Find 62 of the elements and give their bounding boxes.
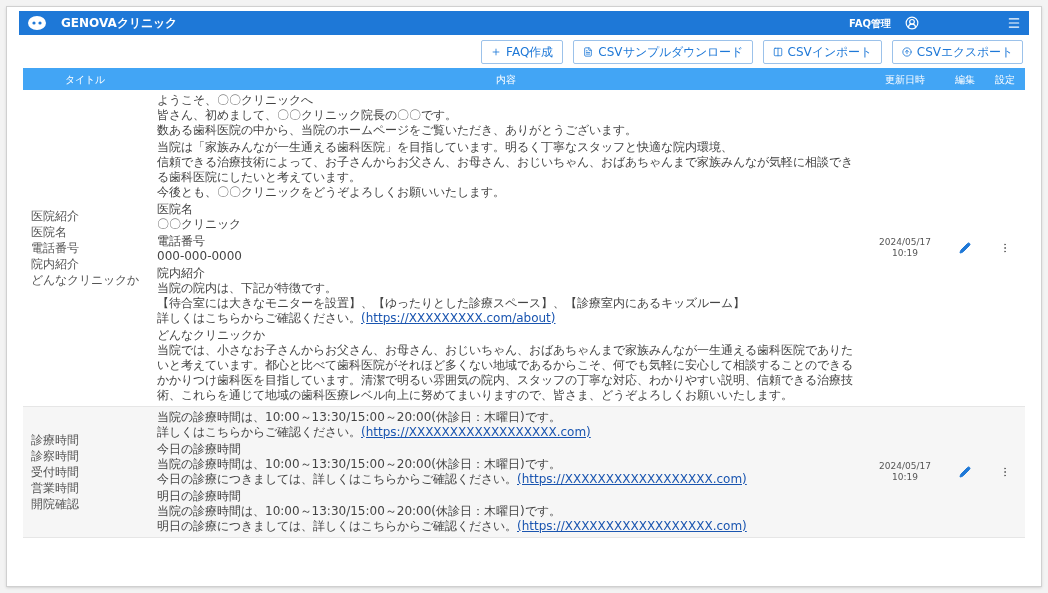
arrow-circle-icon: [901, 47, 912, 57]
content-text: 詳しくはこちらからご確認ください。(https://XXXXXXXXX.com/about): [157, 311, 557, 326]
app-title: GENOVAクリニック: [61, 15, 177, 32]
url-link[interactable]: (https://XXXXXXXXXXXXXXXXXX.com): [517, 519, 747, 533]
content-text: どんなクリニックか: [157, 328, 266, 343]
content-text: 明日の診療時間: [157, 489, 242, 504]
content-text: 当院の診療時間は、10:00～13:30/15:00～20:00(休診日：木曜日)です。: [157, 410, 562, 425]
title-text: 医院名: [31, 224, 68, 240]
toolbar-button[interactable]: CSVサンプルダウンロード: [573, 40, 753, 64]
content-text: 医院名: [157, 202, 194, 217]
content-text: ようこそ、〇〇クリニックへ: [157, 93, 314, 108]
column-header: 編集: [954, 72, 976, 87]
content-text: 今日の診療時間: [157, 442, 242, 457]
toolbar-button[interactable]: FAQ作成: [481, 40, 564, 64]
content-text: 当院は「家族みんなが一生通える歯科医院」を目指しています。明るく丁寧なスタッフと快適な院内環境、: [157, 140, 734, 155]
column-header: 内容: [495, 72, 517, 87]
plus-icon: [491, 47, 502, 57]
title-text: どんなクリニックか: [31, 272, 140, 288]
title-text: 診療時間: [31, 432, 80, 448]
faq-management-link[interactable]: FAQ管理: [849, 15, 891, 31]
edit-icon[interactable]: [959, 466, 971, 478]
url-link[interactable]: (https://XXXXXXXXX.com/about): [361, 311, 556, 325]
title-text: 受付時間: [31, 464, 80, 480]
toolbar-button[interactable]: CSVエクスポート: [891, 40, 1023, 64]
columns-icon: [772, 47, 783, 57]
title-text: 営業時間: [31, 480, 80, 496]
content-text: 当院の診療時間は、10:00～13:30/15:00～20:00(休診日：木曜日)です。: [157, 457, 562, 472]
content-text: 当院の診療時間は、10:00～13:30/15:00～20:00(休診日：木曜日)です。: [157, 504, 562, 519]
content-text: 詳しくはこちらからご確認ください。(https://XXXXXXXXXXXXXXXXXX.com): [157, 425, 592, 440]
content-text: 明日の診療につきましては、詳しくはこちらからご確認ください。(https://XXXXXXXXXXXXXXXXXX.com): [157, 519, 748, 534]
updated-date: 2024/05/17: [879, 461, 931, 472]
column-header: 更新日時: [884, 72, 926, 87]
column-header: タイトル: [64, 72, 106, 87]
url-link[interactable]: (https://XXXXXXXXXXXXXXXXXX.com): [361, 425, 591, 439]
content-text: 信頼できる治療技術によって、お子さんからお父さん、お母さん、おじいちゃん、おばあちゃんまで家族みんなが気軽に相談できる歯科医院にしたいと考えています。: [157, 155, 854, 185]
content-text: 今日の診療につきましては、詳しくはこちらからご確認ください。(https://XXXXXXXXXXXXXXXXXX.com): [157, 472, 748, 487]
title-text: 医院紹介: [31, 208, 80, 224]
column-header: 設定: [994, 72, 1016, 87]
content-text: 院内紹介: [157, 266, 206, 281]
updated-date: 2024/05/17: [879, 237, 931, 248]
content-text: 数ある歯科医院の中から、当院のホームページをご覧いただき、ありがとうございます。: [157, 123, 638, 138]
content-text: 当院の院内は、下記が特徴です。: [157, 281, 338, 296]
title-text: 診察時間: [31, 448, 80, 464]
menu-icon[interactable]: [1007, 16, 1021, 30]
url-link[interactable]: (https://XXXXXXXXXXXXXXXXXX.com): [517, 472, 747, 486]
content-text: 皆さん、初めまして、〇〇クリニック院長の〇〇です。: [157, 108, 458, 123]
content-text: 当院では、小さなお子さんからお父さん、お母さん、おじいちゃん、おばあちゃんまで家族みんなが一生通える歯科医院でありたいと考えています。都心と比べて歯科医院がそれほど多くない地域であるからこそ、何でも気軽に安心して相談することのできるかかりつけ歯科医を目指しています。清潔で明るい雰囲気の院内、スタッフの丁寧な対応、わかりやすい説明、信頼できる治療技術、これらを通じて地域の歯科医療レベル向上に努めてまいりますので、皆さま、どうぞよろしくお願いいたします。: [157, 343, 854, 403]
title-text: 開院確認: [31, 496, 80, 512]
updated-date: 10:19: [892, 472, 918, 483]
updated-date: 10:19: [892, 248, 918, 259]
toolbar-button[interactable]: CSVインポート: [762, 40, 882, 64]
title-text: 院内紹介: [31, 256, 80, 272]
content-text: 電話番号: [157, 234, 206, 249]
account-icon[interactable]: [905, 16, 919, 30]
content-text: 今後とも、〇〇クリニックをどうぞよろしくお願いいたします。: [157, 185, 506, 200]
content-text: 〇〇クリニック: [157, 217, 242, 232]
content-text: 000-000-0000: [157, 249, 243, 264]
content-text: 【待合室には大きなモニターを設置】、【ゆったりとした診療スペース】、【診療室内にあるキッズルーム】: [157, 296, 746, 311]
file-icon: [583, 47, 594, 57]
edit-icon[interactable]: [959, 242, 971, 254]
robot-logo-icon: [27, 15, 47, 31]
title-text: 電話番号: [31, 240, 80, 256]
